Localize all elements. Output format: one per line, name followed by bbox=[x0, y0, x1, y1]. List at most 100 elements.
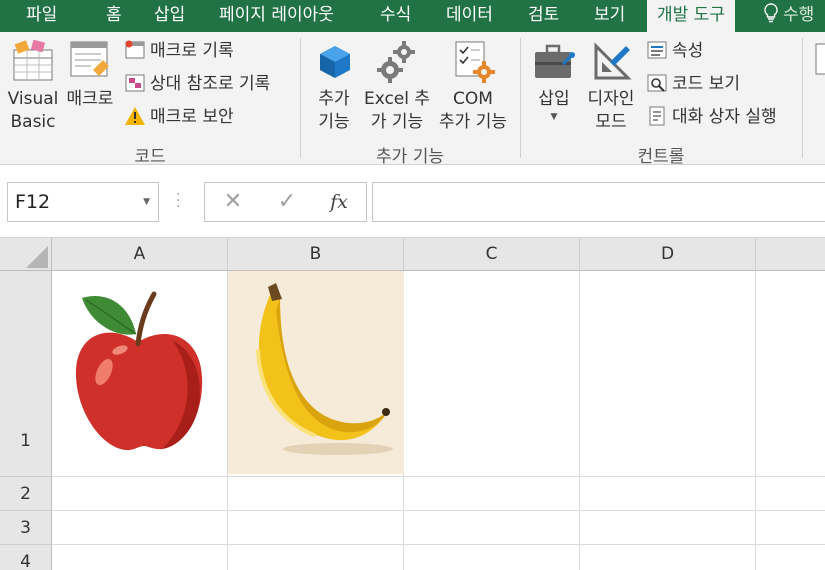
addins-label-1: 추가 bbox=[318, 89, 350, 109]
row-header-3[interactable]: 3 bbox=[0, 511, 52, 545]
lightbulb-icon bbox=[764, 3, 778, 23]
cell-c1[interactable] bbox=[404, 271, 580, 477]
select-all-triangle-icon bbox=[26, 246, 48, 268]
warning-icon bbox=[125, 107, 145, 125]
row-header-1[interactable]: 1 bbox=[0, 271, 52, 477]
row-header-4[interactable]: 4 bbox=[0, 545, 52, 570]
cancel-icon[interactable]: ✕ bbox=[221, 189, 245, 215]
tab-developer[interactable]: 개발 도구 bbox=[647, 0, 735, 32]
visual-basic-button[interactable]: Visual Basic bbox=[6, 40, 60, 134]
worksheet-grid: A B C D 1 2 3 4 bbox=[0, 238, 825, 570]
cell-e1[interactable] bbox=[756, 271, 825, 477]
banana-picture[interactable] bbox=[228, 271, 404, 474]
properties-button[interactable]: 속성 bbox=[646, 40, 703, 62]
cell-e4[interactable] bbox=[756, 545, 825, 570]
macros-label: 매크로 bbox=[66, 89, 114, 109]
macros-button[interactable]: 매크로 bbox=[64, 40, 116, 111]
cell-d4[interactable] bbox=[580, 545, 756, 570]
cell-b4[interactable] bbox=[228, 545, 404, 570]
com-addins-label-2: 추가 기능 bbox=[439, 112, 507, 132]
insert-control-button[interactable]: 삽입 ▼ bbox=[530, 40, 578, 123]
excel-addins-button[interactable]: Excel 추 가 기능 bbox=[362, 40, 432, 134]
addins-label-2: 기능 bbox=[318, 112, 350, 132]
cell-c2[interactable] bbox=[404, 477, 580, 511]
tab-view[interactable]: 보기 bbox=[594, 0, 625, 32]
cell-d1[interactable] bbox=[580, 271, 756, 477]
cell-a4[interactable] bbox=[52, 545, 228, 570]
cell-d2[interactable] bbox=[580, 477, 756, 511]
view-code-label: 코드 보기 bbox=[672, 74, 740, 94]
column-header-c[interactable]: C bbox=[404, 238, 580, 271]
insert-control-label: 삽입 bbox=[538, 89, 570, 109]
code-group-label: 코드 bbox=[134, 147, 166, 167]
tab-data[interactable]: 데이터 bbox=[446, 0, 493, 32]
cell-e3[interactable] bbox=[756, 511, 825, 545]
cell-a3[interactable] bbox=[52, 511, 228, 545]
macro-security-label: 매크로 보안 bbox=[150, 107, 234, 127]
resize-handle-icon[interactable]: · · · bbox=[176, 188, 180, 214]
run-dialog-button[interactable]: 대화 상자 실행 bbox=[646, 106, 777, 128]
tell-me-label: 수행 bbox=[783, 5, 815, 25]
visual-basic-label-1: Visual bbox=[7, 89, 59, 109]
enter-icon[interactable]: ✓ bbox=[275, 189, 299, 215]
addins-cube-icon bbox=[320, 46, 350, 78]
tell-me-box[interactable]: 수행 bbox=[763, 0, 814, 32]
cell-c3[interactable] bbox=[404, 511, 580, 545]
tab-page-layout[interactable]: 페이지 레이아웃 bbox=[219, 0, 334, 32]
design-mode-button[interactable]: 디자인 모드 bbox=[582, 40, 640, 134]
chevron-down-icon: ▼ bbox=[550, 112, 558, 122]
column-header-e[interactable] bbox=[756, 238, 825, 271]
formula-input[interactable] bbox=[372, 182, 825, 222]
record-macro-button[interactable]: 매크로 기록 bbox=[124, 40, 234, 62]
controls-group-label: 컨트롤 bbox=[637, 147, 685, 167]
record-macro-label: 매크로 기록 bbox=[150, 41, 234, 61]
record-macro-icon bbox=[125, 40, 145, 59]
use-relative-references-button[interactable]: 상대 참조로 기록 bbox=[124, 73, 270, 95]
toolbox-icon bbox=[535, 44, 575, 78]
com-addins-label-1: COM bbox=[453, 89, 493, 109]
tab-home[interactable]: 홈 bbox=[106, 0, 122, 32]
cell-b3[interactable] bbox=[228, 511, 404, 545]
column-header-a[interactable]: A bbox=[52, 238, 228, 271]
run-dialog-icon bbox=[649, 106, 665, 126]
cell-c4[interactable] bbox=[404, 545, 580, 570]
excel-addins-label-2: 가 기능 bbox=[370, 112, 424, 132]
view-code-button[interactable]: 코드 보기 bbox=[646, 73, 740, 95]
tab-review[interactable]: 검토 bbox=[528, 0, 559, 32]
group-separator bbox=[520, 38, 521, 158]
excel-addins-gears-icon bbox=[377, 41, 415, 83]
source-button-partial[interactable] bbox=[810, 40, 825, 88]
group-separator bbox=[300, 38, 301, 158]
excel-addins-label-1: Excel 추 bbox=[363, 89, 431, 109]
name-box[interactable]: F12 ▼ bbox=[7, 182, 159, 222]
properties-icon bbox=[647, 41, 667, 59]
cell-b2[interactable] bbox=[228, 477, 404, 511]
apple-picture[interactable] bbox=[68, 282, 208, 458]
cell-e2[interactable] bbox=[756, 477, 825, 511]
cell-a2[interactable] bbox=[52, 477, 228, 511]
run-dialog-label: 대화 상자 실행 bbox=[672, 107, 777, 127]
insert-function-icon[interactable]: fx bbox=[327, 189, 351, 215]
com-addins-icon bbox=[455, 41, 495, 83]
tab-insert[interactable]: 삽입 bbox=[154, 0, 185, 32]
cell-d3[interactable] bbox=[580, 511, 756, 545]
source-icon bbox=[815, 43, 825, 75]
select-all-corner[interactable] bbox=[0, 238, 52, 271]
column-header-d[interactable]: D bbox=[580, 238, 756, 271]
tab-formulas[interactable]: 수식 bbox=[380, 0, 411, 32]
relative-references-label: 상대 참조로 기록 bbox=[150, 74, 271, 94]
design-mode-label-1: 디자인 bbox=[587, 89, 635, 109]
ribbon: Visual Basic 매크로 매크로 기록 상대 참조로 기록 매크로 보안… bbox=[0, 32, 825, 167]
macro-security-button[interactable]: 매크로 보안 bbox=[124, 106, 234, 128]
com-addins-button[interactable]: COM 추가 기능 bbox=[434, 40, 512, 134]
macros-icon bbox=[70, 41, 109, 77]
addins-button[interactable]: 추가 기능 bbox=[312, 40, 356, 134]
row-header-2[interactable]: 2 bbox=[0, 477, 52, 511]
ribbon-tab-bar: 파일 홈 삽입 페이지 레이아웃 수식 데이터 검토 보기 개발 도구 수행 bbox=[0, 0, 825, 32]
tab-file[interactable]: 파일 bbox=[26, 0, 57, 32]
relative-references-icon bbox=[125, 74, 145, 92]
group-separator bbox=[802, 38, 803, 158]
name-box-value: F12 bbox=[15, 191, 51, 213]
chevron-down-icon[interactable]: ▼ bbox=[143, 183, 150, 221]
column-header-b[interactable]: B bbox=[228, 238, 404, 271]
